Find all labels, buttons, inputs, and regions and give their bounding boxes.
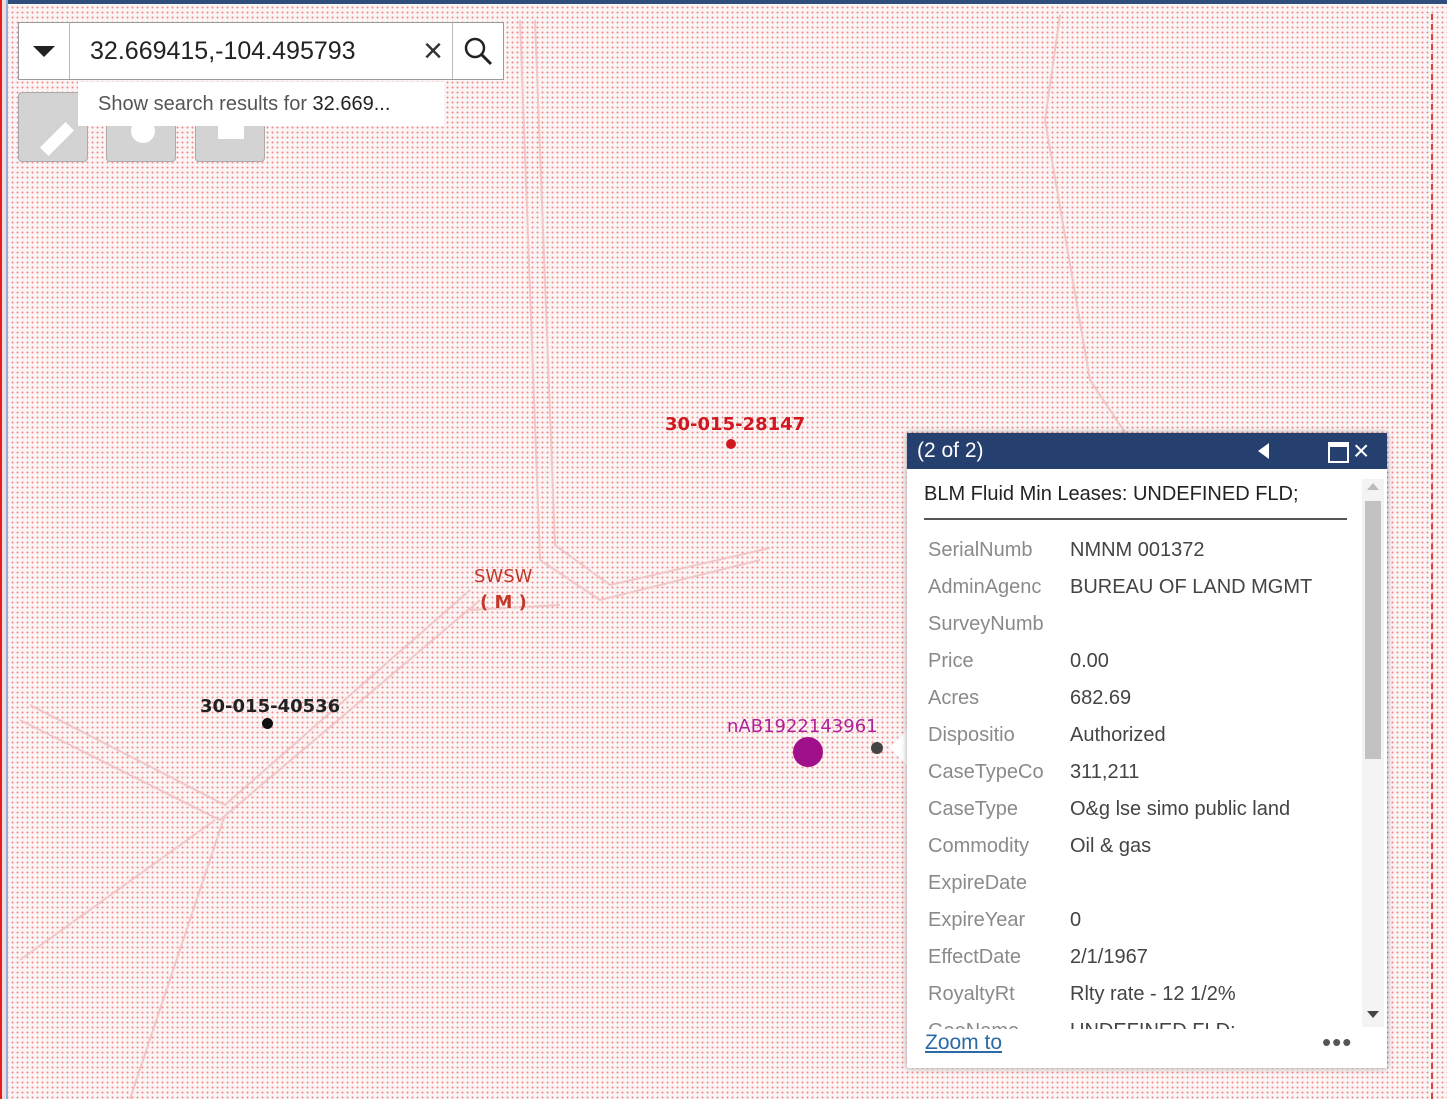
popup-scrollbar[interactable] bbox=[1362, 479, 1384, 1027]
attribute-key: SerialNumb bbox=[928, 539, 1033, 561]
search-source-dropdown[interactable] bbox=[19, 23, 71, 79]
selected-feature-marker[interactable] bbox=[871, 742, 883, 754]
attribute-value: 0 bbox=[1070, 909, 1082, 931]
attribute-row: GeoNameUNDEFINED FLD; bbox=[923, 1013, 1312, 1029]
attribute-key: Commodity bbox=[928, 835, 1030, 857]
attribute-value: O&g lse simo public land bbox=[1070, 798, 1291, 820]
attribute-value: 2/1/1967 bbox=[1070, 946, 1148, 968]
attribute-row: RoyaltyRt Rlty rate - 12 1/2% bbox=[923, 976, 1312, 1013]
attribute-row: SerialNumb NMNM 001372 bbox=[923, 532, 1312, 569]
well-label: 30-015-40536 bbox=[200, 696, 341, 717]
search-box: × bbox=[18, 22, 504, 80]
maximize-button[interactable] bbox=[1328, 442, 1349, 463]
attribute-value: 0.00 bbox=[1070, 650, 1109, 672]
search-button[interactable] bbox=[451, 23, 503, 79]
attribute-value: 311,211 bbox=[1070, 761, 1140, 783]
previous-feature-button[interactable] bbox=[1258, 443, 1269, 459]
suggestion-prefix: Show search results for bbox=[98, 93, 313, 115]
attribute-key: RoyaltyRt bbox=[928, 983, 1015, 1005]
attribute-key: ExpireYear bbox=[928, 909, 1026, 931]
attribute-key: Dispositio bbox=[928, 724, 1015, 746]
attribute-row: EffectDate 2/1/1967 bbox=[923, 939, 1312, 976]
attribute-key: EffectDate bbox=[928, 946, 1022, 968]
attribute-row: SurveyNumb bbox=[923, 606, 1312, 643]
search-suggestion[interactable]: Show search results for 32.669... bbox=[78, 82, 444, 126]
popup-content[interactable]: BLM Fluid Min Leases: UNDEFINED FLD; Ser… bbox=[907, 469, 1359, 1029]
attribute-key: CaseTypeCo bbox=[928, 761, 1044, 783]
attribute-key: AdminAgenc bbox=[928, 576, 1042, 598]
road-line bbox=[519, 19, 761, 602]
attribute-row: ExpireYear 0 bbox=[923, 902, 1312, 939]
attribute-value: Rlty rate - 12 1/2% bbox=[1070, 983, 1236, 1005]
attribute-value: 682.69 bbox=[1070, 687, 1132, 709]
attribute-table: SerialNumb NMNM 001372 AdminAgenc BUREAU OF… bbox=[923, 532, 1312, 1029]
incident-label: nAB1922143961 bbox=[727, 716, 878, 737]
attribute-key: Price bbox=[928, 650, 974, 672]
scroll-thumb[interactable] bbox=[1365, 501, 1381, 759]
attribute-key: ExpireDate bbox=[928, 872, 1027, 894]
attribute-row: AdminAgenc BUREAU OF LAND MGMT bbox=[923, 569, 1312, 606]
search-input[interactable] bbox=[70, 23, 415, 79]
quarter-section-sublabel: ( M ) bbox=[480, 592, 527, 613]
chevron-down-icon bbox=[33, 45, 56, 57]
clear-search-button[interactable]: × bbox=[414, 23, 452, 79]
zoom-to-link[interactable]: Zoom to bbox=[925, 1031, 1002, 1055]
scroll-down-arrow[interactable] bbox=[1367, 1011, 1379, 1018]
attribute-value: Oil & gas bbox=[1070, 835, 1152, 857]
attribute-key: SurveyNumb bbox=[928, 613, 1044, 635]
feature-popup: (2 of 2) × BLM Fluid Min Leases: UNDEFIN… bbox=[907, 433, 1387, 1068]
incident-marker[interactable] bbox=[793, 737, 823, 767]
suggestion-query: 32.669... bbox=[312, 93, 391, 115]
attribute-value: NMNM 001372 bbox=[1070, 539, 1205, 561]
road-line bbox=[1043, 14, 1131, 441]
well-marker[interactable] bbox=[262, 718, 273, 729]
parcel-line bbox=[19, 819, 216, 961]
attribute-key: Acres bbox=[928, 687, 980, 709]
attribute-row: CaseType O&g lse simo public land bbox=[923, 791, 1312, 828]
attribute-row: Commodity Oil & gas bbox=[923, 828, 1312, 865]
road-line bbox=[534, 19, 771, 587]
popup-header: (2 of 2) × bbox=[907, 433, 1387, 469]
scroll-up-arrow[interactable] bbox=[1367, 483, 1379, 490]
search-icon bbox=[464, 37, 493, 66]
attribute-key: GeoName bbox=[923, 1013, 1070, 1029]
more-actions-button[interactable]: ••• bbox=[1322, 1027, 1352, 1058]
attribute-key: CaseType bbox=[928, 798, 1019, 820]
attribute-row: Acres 682.69 bbox=[923, 680, 1312, 717]
quarter-section-label: SWSW bbox=[474, 566, 533, 587]
attribute-value bbox=[1070, 606, 1312, 643]
parcel-line bbox=[129, 814, 226, 1099]
popup-page-indicator: (2 of 2) bbox=[917, 439, 984, 462]
popup-pointer bbox=[890, 730, 908, 766]
attribute-value bbox=[1070, 865, 1312, 902]
attribute-row: Price 0.00 bbox=[923, 643, 1312, 680]
popup-title: BLM Fluid Min Leases: UNDEFINED FLD; bbox=[924, 483, 1347, 520]
close-popup-button[interactable]: × bbox=[1353, 434, 1369, 468]
attribute-row: CaseTypeCo 311,211 bbox=[923, 754, 1312, 791]
well-marker[interactable] bbox=[726, 439, 736, 449]
attribute-value: BUREAU OF LAND MGMT bbox=[1070, 576, 1313, 598]
attribute-row: ExpireDate bbox=[923, 865, 1312, 902]
popup-footer: Zoom to ••• bbox=[907, 1027, 1387, 1068]
attribute-row: Dispositio Authorized bbox=[923, 717, 1312, 754]
close-icon: × bbox=[423, 31, 443, 70]
attribute-value: Authorized bbox=[1070, 724, 1166, 746]
attribute-value: UNDEFINED FLD; bbox=[1070, 1013, 1312, 1029]
well-label: 30-015-28147 bbox=[665, 414, 806, 435]
